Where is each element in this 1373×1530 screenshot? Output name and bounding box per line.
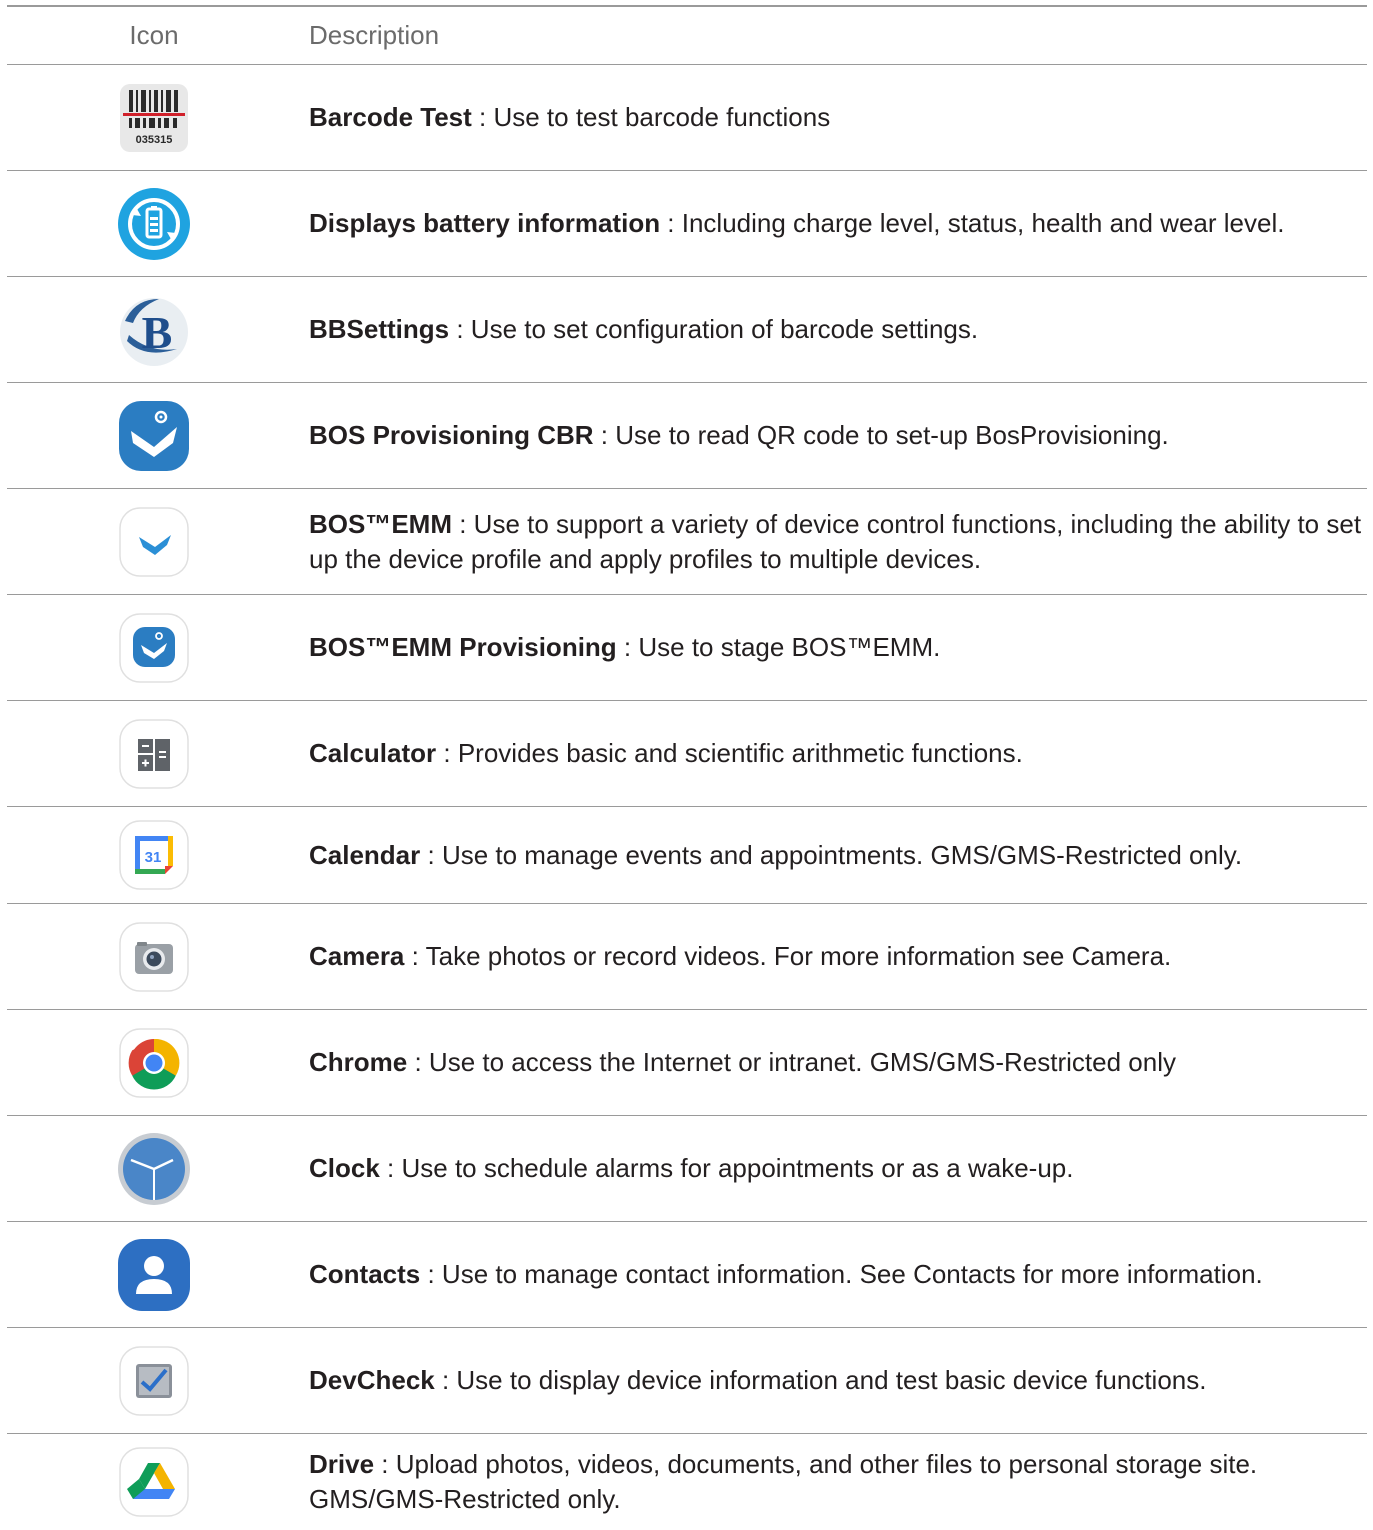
drive-icon: [119, 1446, 189, 1517]
table-row: Clock : Use to schedule alarms for appoi…: [7, 1116, 1367, 1222]
table-row: Camera : Take photos or record videos. F…: [7, 904, 1367, 1010]
item-name: Clock: [309, 1153, 380, 1183]
calendar-icon: 31: [119, 820, 189, 890]
camera-icon: [119, 921, 189, 992]
row-description: BBSettings : Use to set configuration of…: [309, 314, 979, 344]
item-name: Calculator: [309, 738, 437, 768]
table-row: Drive : Upload photos, videos, documents…: [7, 1434, 1367, 1529]
row-description: Calendar : Use to manage events and appo…: [309, 839, 1243, 870]
item-name: Calendar: [309, 839, 421, 870]
table-row: Displays battery information : Including…: [7, 171, 1367, 277]
item-name: BBSettings: [309, 314, 450, 344]
item-desc: Use to schedule alarms for appointments …: [401, 1153, 1074, 1183]
item-name: Drive: [309, 1448, 375, 1479]
row-description: Displays battery information : Including…: [309, 208, 1285, 238]
chrome-icon: [119, 1027, 189, 1098]
table-row: BOS Provisioning CBR : Use to read QR co…: [7, 383, 1367, 489]
item-name: BOS Provisioning CBR: [309, 420, 594, 450]
item-desc: Use to manage events and appointments. G…: [441, 839, 1243, 870]
row-description: BOS Provisioning CBR : Use to read QR co…: [309, 420, 1169, 450]
clock-icon: [118, 1132, 190, 1205]
table-header: Icon Description: [7, 7, 1367, 65]
bos-emm-icon: [119, 506, 189, 577]
item-desc: Provides basic and scientific arithmetic…: [457, 738, 1023, 768]
svg-text:31: 31: [145, 849, 162, 866]
svg-text:B: B: [142, 307, 173, 358]
app-icon-table: Icon Description 035315 Barcode Test: U…: [7, 5, 1367, 1529]
item-name: Contacts: [309, 1259, 421, 1289]
icon-column-header: Icon: [129, 20, 179, 50]
item-name: BOS™EMM Provisioning: [309, 632, 617, 662]
item-desc: Upload photos, videos, documents, and ot…: [309, 1448, 1258, 1514]
item-name: Displays battery information: [309, 208, 661, 238]
table-row: 31 Calendar : Use to manage events and a…: [7, 807, 1367, 904]
table-row: DevCheck : Use to display device informa…: [7, 1328, 1367, 1434]
table-row: Calculator : Provides basic and scientif…: [7, 701, 1367, 807]
row-description: Camera : Take photos or record videos. F…: [309, 941, 1172, 971]
row-description: Barcode Test : Use to test barcode funct…: [309, 102, 831, 132]
item-desc: Use to manage contact information. See C…: [441, 1259, 1263, 1289]
item-desc: Use to display device information and te…: [456, 1365, 1207, 1395]
calculator-icon: [119, 718, 189, 789]
row-description: BOS™EMM Provisioning : Use to stage BOS™…: [309, 632, 941, 662]
item-name: DevCheck: [309, 1365, 435, 1395]
item-desc: Take photos or record videos. For more i…: [425, 941, 1172, 971]
item-name: Camera: [309, 941, 405, 971]
table-row: BOS™EMM : Use to support a variety of de…: [7, 489, 1367, 595]
barcode-test-icon: 035315: [120, 83, 188, 152]
row-description: Drive : Upload photos, videos, documents…: [309, 1448, 1258, 1514]
row-description: Chrome : Use to access the Internet or i…: [309, 1047, 1176, 1077]
item-name: Chrome: [309, 1047, 408, 1077]
bos-emm-provisioning-icon: [119, 612, 189, 683]
row-description: BOS™EMM : Use to support a variety of de…: [309, 508, 1362, 574]
table-row: Contacts : Use to manage contact informa…: [7, 1222, 1367, 1328]
row-description: Clock : Use to schedule alarms for appoi…: [309, 1153, 1074, 1183]
devcheck-icon: [119, 1345, 189, 1416]
item-desc: Use to set configuration of barcode sett…: [470, 314, 979, 344]
description-column-header: Description: [309, 20, 440, 50]
row-description: Calculator : Provides basic and scientif…: [309, 738, 1023, 768]
table-row: B BBSettings : Use to set configuration …: [7, 277, 1367, 383]
item-desc: Use to read QR code to set-up BosProvisi…: [615, 420, 1169, 450]
row-description: Contacts : Use to manage contact informa…: [309, 1259, 1263, 1289]
bos-provisioning-cbr-icon: [119, 400, 189, 471]
table-row: BOS™EMM Provisioning : Use to stage BOS™…: [7, 595, 1367, 701]
table-row: Chrome : Use to access the Internet or i…: [7, 1010, 1367, 1116]
bbsettings-icon: B: [120, 297, 188, 366]
item-desc: Use to test barcode functions: [493, 102, 831, 132]
row-description: DevCheck : Use to display device informa…: [309, 1365, 1207, 1395]
item-desc: Including charge level, status, health a…: [681, 208, 1285, 238]
contacts-icon: [118, 1238, 190, 1311]
table-row: 035315 Barcode Test : Use to test barcod…: [7, 65, 1367, 171]
item-desc: Use to stage BOS™EMM.: [638, 632, 941, 662]
battery-info-icon: [118, 187, 190, 260]
item-name: BOS™EMM: [309, 508, 452, 539]
item-name: Barcode Test: [309, 102, 472, 132]
item-desc: Use to access the Internet or intranet. …: [428, 1047, 1176, 1077]
svg-text:035315: 035315: [136, 134, 173, 146]
